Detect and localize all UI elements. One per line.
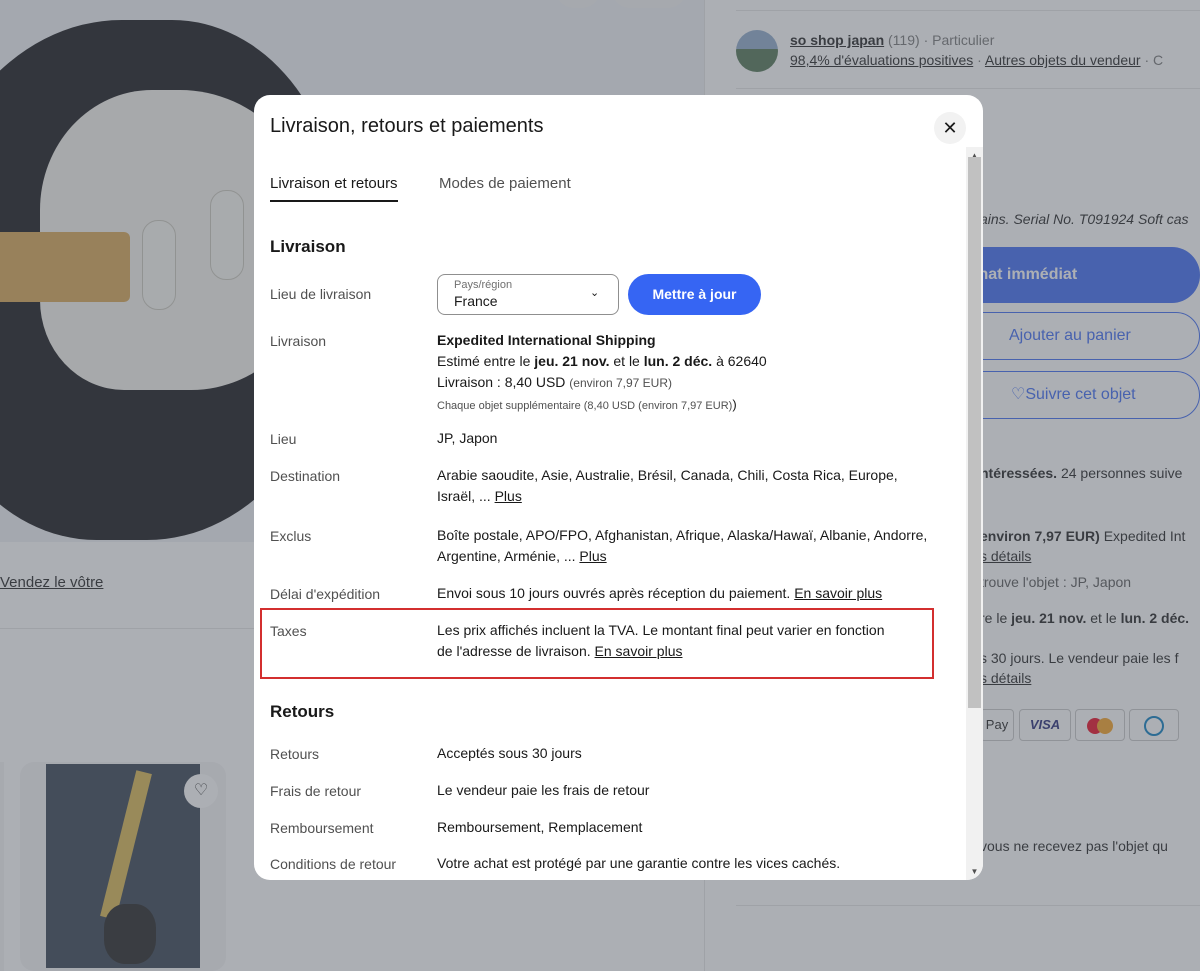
close-icon[interactable]: ✕ [934,112,966,144]
dialog-scrollbar[interactable]: ▲ ▼ [966,147,983,880]
additional-item-text: Chaque objet supplémentaire (8,40 USD (e… [437,400,733,412]
ship-to-label: Lieu de livraison [270,286,372,302]
excluded-list: Boîte postale, APO/FPO, Afghanistan, Afr… [437,527,928,564]
returns-section-title: Retours [270,702,335,721]
shipping-cost-usd: Livraison : 8,40 USD [437,374,570,390]
shipping-cost: Livraison : 8,40 USD (environ 7,97 EUR) [437,372,937,394]
returns-label: Retours [270,746,320,762]
tab-payment-methods[interactable]: Modes de paiement [439,175,571,200]
country-select-value: France [454,293,498,309]
dialog-tabs: Livraison et retours Modes de paiement [270,175,950,205]
shipping-service-name: Expedited International Shipping [437,332,656,348]
refund-value: Remboursement, Remplacement [437,819,643,835]
additional-item-cost: Chaque objet supplémentaire (8,40 USD (e… [437,394,937,417]
handling-time-label: Délai d'expédition [270,586,381,602]
country-select[interactable]: Pays/région France ⌄ [437,274,619,315]
destination-more-link[interactable]: Plus [495,488,522,504]
estimate-to-date: lun. 2 déc. [643,353,713,369]
scroll-down-arrow-icon[interactable]: ▼ [966,863,983,880]
handling-time-text: Envoi sous 10 jours ouvrés après récepti… [437,585,795,601]
returns-value: Acceptés sous 30 jours [437,745,582,761]
refund-label: Remboursement [270,820,374,836]
destination-label: Destination [270,468,341,484]
estimate-mid: et le [609,353,644,369]
update-button[interactable]: Mettre à jour [628,274,761,315]
taxes-value: Les prix affichés incluent la TVA. Le mo… [437,620,897,662]
return-fees-label: Frais de retour [270,783,362,799]
estimate-prefix: Estimé entre le [437,353,535,369]
taxes-label: Taxes [270,623,307,639]
return-conditions-label: Conditions de retour [270,856,397,872]
handling-time-value: Envoi sous 10 jours ouvrés après récepti… [437,583,947,604]
tab-shipping-returns[interactable]: Livraison et retours [270,175,398,202]
additional-item-close: ) [732,397,737,412]
handling-learn-more-link[interactable]: En savoir plus [794,585,882,601]
taxes-learn-more-link[interactable]: En savoir plus [595,643,683,659]
shipping-returns-payments-dialog: Livraison, retours et paiements ✕ Livrai… [254,95,983,880]
return-fees-value: Le vendeur paie les frais de retour [437,782,650,798]
dialog-scroll-content[interactable]: Livraison et retours Modes de paiement L… [254,155,966,880]
delivery-estimate: Estimé entre le jeu. 21 nov. et le lun. … [437,351,937,372]
item-location-label: Lieu [270,431,297,447]
shipping-section-title: Livraison [270,237,346,256]
estimate-postal-code: à 62640 [712,353,767,369]
estimate-from-date: jeu. 21 nov. [534,353,610,369]
scrollbar-thumb[interactable] [968,157,981,708]
return-conditions-value: Votre achat est protégé par une garantie… [437,855,841,871]
delivery-details: Expedited International Shipping Estimé … [437,330,937,417]
excluded-value: Boîte postale, APO/FPO, Afghanistan, Afr… [437,525,937,567]
destination-value: Arabie saoudite, Asie, Australie, Brésil… [437,465,937,507]
excluded-more-link[interactable]: Plus [579,548,606,564]
dialog-title: Livraison, retours et paiements [270,115,544,137]
chevron-down-icon: ⌄ [590,287,600,299]
item-location-value: JP, Japon [437,430,498,446]
excluded-label: Exclus [270,528,312,544]
country-select-label: Pays/région [454,279,513,291]
shipping-cost-eur: (environ 7,97 EUR) [569,376,673,390]
delivery-label: Livraison [270,333,327,349]
